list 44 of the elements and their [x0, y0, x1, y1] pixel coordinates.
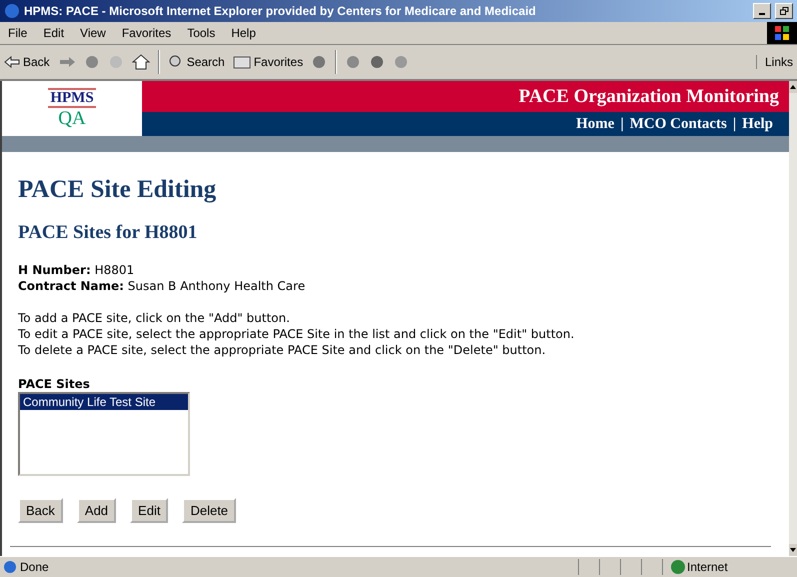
instruction-text: To delete a PACE site, select the appropriate PACE Site and click on the "Delete" button. — [18, 342, 547, 358]
instruction-text: To edit a PACE site, select the appropriate PACE Site in the list and click on the "Edit" button. — [18, 326, 576, 342]
field-text: Contract Name: Susan B Anthony Health Care — [18, 278, 306, 294]
form-button[interactable]: Add — [76, 498, 116, 523]
menu-item[interactable]: View — [72, 26, 114, 40]
site-title: PACE Organization Monitoring — [518, 86, 779, 108]
back-arrow-icon — [4, 56, 20, 68]
list-label: PACE Sites — [18, 377, 91, 391]
zone-text: Internet — [687, 560, 729, 574]
menu-item[interactable]: Edit — [35, 26, 72, 40]
logo-subtext: QA — [58, 108, 86, 130]
window-title: HPMS: PACE - Microsoft Internet Explorer provided by Centers for Medicare and Medicaid — [24, 4, 537, 18]
instruction-text: To add a PACE site, click on the "Add" button. — [18, 310, 291, 326]
home-icon[interactable] — [132, 54, 150, 70]
page-heading: PACE Site Editing — [18, 176, 218, 204]
menu-item[interactable]: Help — [223, 26, 264, 40]
nav-link[interactable]: MCO Contacts — [630, 116, 727, 132]
nav-link[interactable]: Home — [576, 116, 614, 132]
restore-button[interactable] — [775, 3, 793, 19]
search-button[interactable]: Search — [168, 54, 225, 70]
form-button[interactable]: Edit — [130, 498, 168, 523]
field-text: H Number: H8801 — [18, 262, 136, 278]
windows-logo-icon — [774, 25, 790, 41]
nav-link[interactable]: Help — [742, 116, 773, 132]
nav-separator: | — [620, 116, 624, 132]
menu-item[interactable]: File — [0, 26, 36, 40]
section-heading: PACE Sites for H8801 — [18, 222, 198, 244]
back-button[interactable]: Back — [4, 55, 50, 69]
list-option[interactable]: Community Life Test Site — [20, 394, 188, 410]
links-button[interactable]: Links — [756, 55, 793, 69]
nav-separator: | — [732, 116, 736, 132]
forward-arrow-icon[interactable] — [58, 56, 76, 68]
form-button[interactable]: Delete — [182, 498, 236, 523]
restore-icon — [780, 7, 788, 15]
sites-listbox[interactable]: Community Life Test Site — [18, 392, 190, 476]
logo-text: HPMS — [48, 88, 96, 108]
menu-item[interactable]: Tools — [179, 26, 224, 40]
menu-item[interactable]: Favorites — [114, 26, 180, 40]
favorites-button[interactable]: Favorites — [232, 55, 304, 69]
status-text: Done — [20, 560, 50, 574]
scroll-down-icon[interactable] — [789, 544, 797, 556]
minimize-button[interactable] — [753, 3, 771, 19]
form-button[interactable]: Back — [18, 498, 63, 523]
scroll-up-icon[interactable] — [789, 81, 797, 93]
